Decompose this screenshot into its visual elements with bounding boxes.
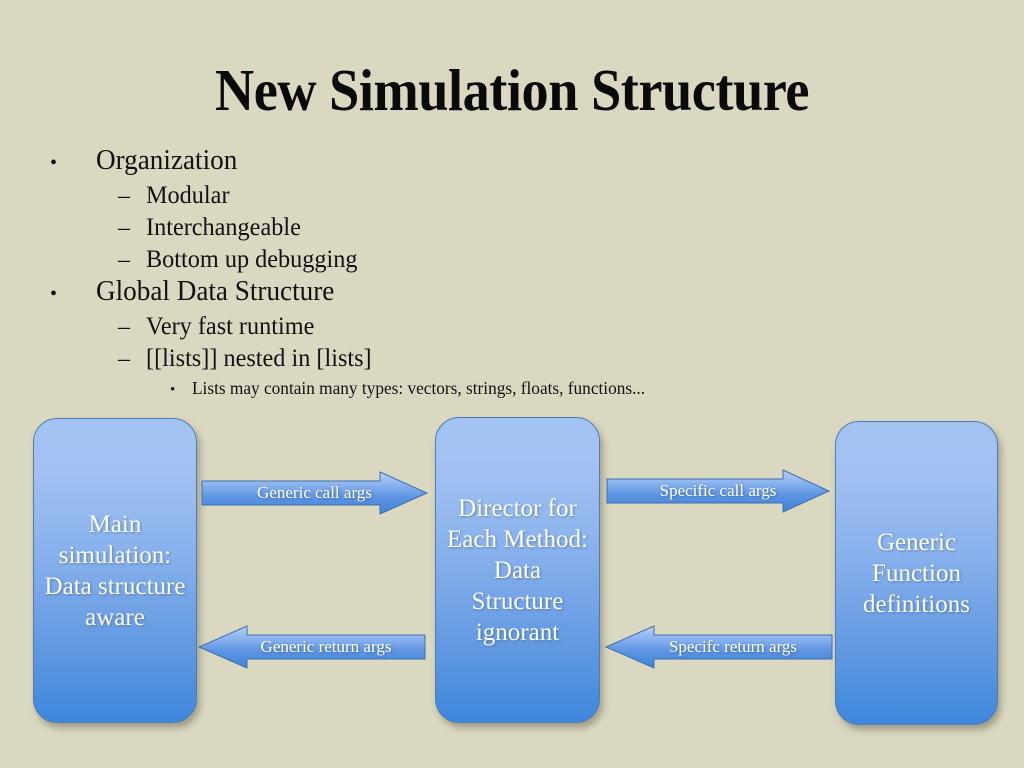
bullet-item-bottom-up-debugging: – Bottom up debugging (50, 244, 910, 276)
bullet-item-very-fast-runtime: – Very fast runtime (50, 311, 910, 343)
bullet-label: Global Data Structure (96, 276, 335, 307)
bullet-item-modular: – Modular (50, 180, 910, 212)
bullet-item-nested-lists: – [[lists]] nested in [lists] (50, 343, 910, 375)
bullet-marker: – (118, 183, 130, 209)
diagram-box-label: Director for Each Method: Data Structure… (447, 494, 588, 646)
page-title: New Simulation Structure (214, 57, 810, 123)
bullet-label: Very fast runtime (146, 313, 315, 340)
bullet-label: [[lists]] nested in [lists] (146, 345, 372, 372)
bullet-item-list-types: • Lists may contain many types: vectors,… (50, 375, 910, 403)
bullet-item-organization: • Organization (50, 145, 910, 179)
bullet-label: Modular (146, 182, 230, 209)
bullet-label: Lists may contain many types: vectors, s… (192, 378, 646, 398)
diagram-box-director[interactable]: Director for Each Method: Data Structure… (435, 417, 600, 723)
bullet-marker: – (118, 215, 130, 241)
arrow-generic-call-args[interactable]: Generic call args (201, 471, 429, 515)
diagram-box-main-simulation[interactable]: Main simulation: Data structure aware (33, 418, 197, 723)
arrow-generic-return-args[interactable]: Generic return args (197, 625, 426, 669)
bullet-item-interchangeable: – Interchangeable (50, 212, 910, 244)
bullet-list: • Organization – Modular – Interchangeab… (50, 145, 910, 403)
bullet-label: Interchangeable (146, 214, 301, 241)
bullet-marker: • (170, 382, 176, 398)
arrow-specific-return-args[interactable]: Specifc return args (604, 625, 833, 669)
bullet-item-global-data-structure: • Global Data Structure (50, 276, 910, 310)
bullet-label: Bottom up debugging (146, 246, 358, 273)
bullet-marker: – (118, 314, 130, 340)
diagram-box-label: Main simulation: Data structure aware (44, 510, 186, 631)
bullet-marker: • (50, 283, 58, 305)
bullet-marker: – (118, 247, 130, 273)
bullet-marker: • (50, 152, 58, 174)
diagram-box-label: Generic Function definitions (863, 528, 970, 618)
bullet-label: Organization (96, 145, 238, 176)
arrow-specific-call-args[interactable]: Specific call args (606, 469, 831, 513)
diagram-box-generic-functions[interactable]: Generic Function definitions (835, 421, 998, 725)
bullet-marker: – (118, 346, 130, 372)
